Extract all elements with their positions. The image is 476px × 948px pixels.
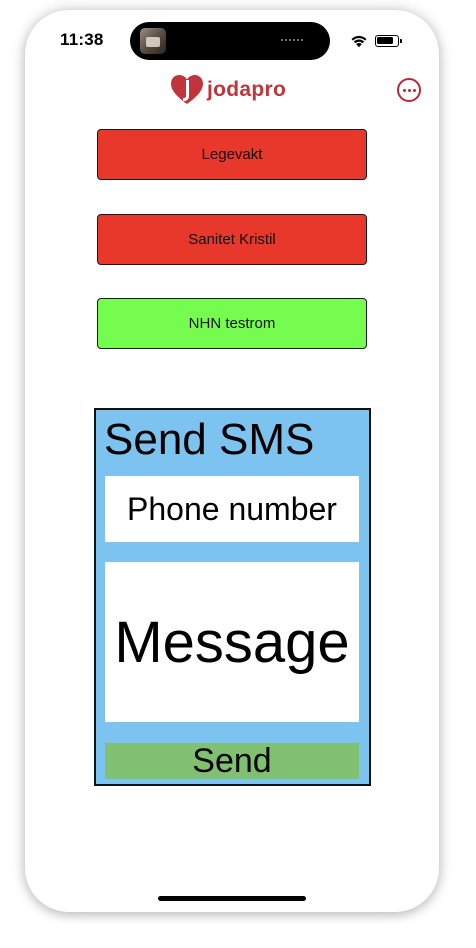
logo-wordmark: jodapro — [207, 78, 287, 101]
more-options-button[interactable] — [397, 78, 421, 102]
wifi-icon — [351, 35, 367, 48]
send-sms-panel: Send SMS Phone number Message Send — [94, 408, 371, 786]
app-logo: jodapro — [170, 74, 286, 106]
phone-number-field[interactable]: Phone number — [105, 476, 359, 542]
now-playing-artwork — [140, 28, 166, 54]
more-options-icon — [402, 88, 406, 92]
audio-waveform-icon — [280, 38, 304, 42]
room-button-sanitet-kristil[interactable]: Sanitet Kristil — [97, 214, 367, 265]
heart-logo-icon — [171, 75, 203, 104]
sms-panel-title: Send SMS — [104, 415, 315, 464]
dynamic-island[interactable] — [130, 22, 330, 60]
message-field[interactable]: Message — [105, 562, 359, 722]
phone-screen: 11:38 jodapro Legevakt Sanitet Kristil N… — [25, 10, 439, 912]
home-indicator[interactable] — [158, 896, 306, 901]
battery-icon — [375, 35, 402, 47]
status-time: 11:38 — [60, 30, 104, 49]
room-button-legevakt[interactable]: Legevakt — [97, 129, 367, 180]
send-button[interactable]: Send — [105, 743, 359, 779]
room-button-nhn-testrom[interactable]: NHN testrom — [97, 298, 367, 349]
